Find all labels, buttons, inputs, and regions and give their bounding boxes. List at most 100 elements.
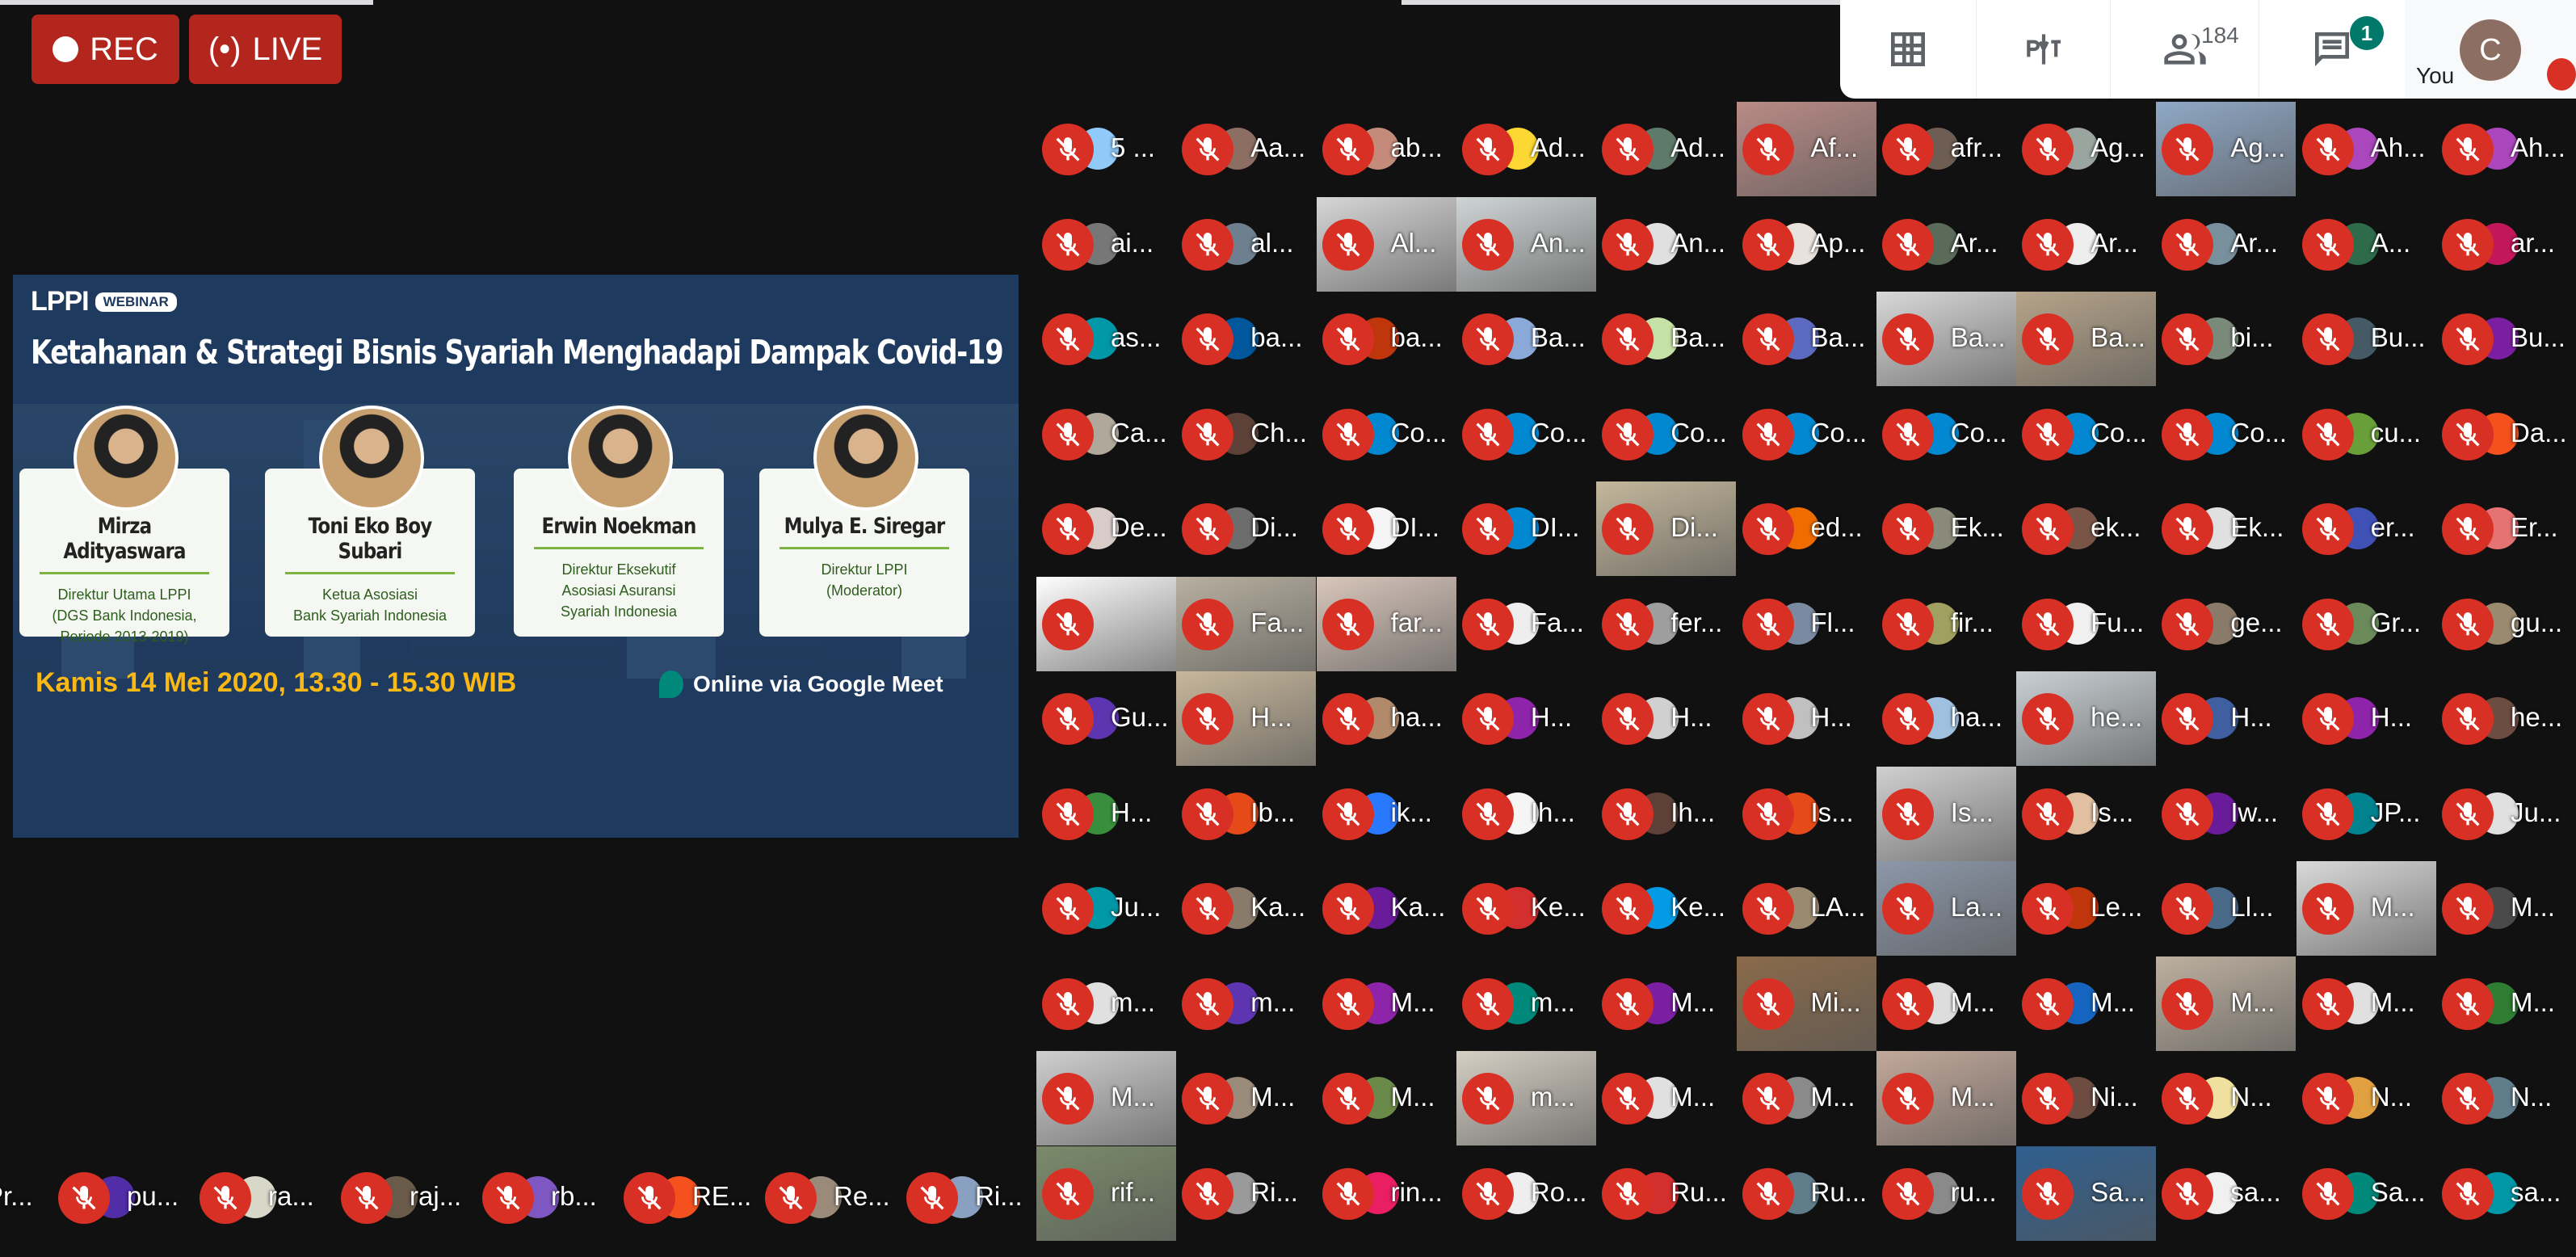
participant-tile[interactable]: Co... [1456,387,1596,481]
participant-tile[interactable]: Bu... [2436,292,2576,386]
participant-tile[interactable]: 5 ... [1036,102,1176,196]
participant-tile[interactable]: N... [2156,1051,2296,1146]
participant-tile[interactable]: Co... [1317,387,1456,481]
participant-tile[interactable]: Fa... [1176,576,1317,671]
participant-tile[interactable]: he... [2016,671,2157,766]
participant-tile[interactable]: RE... [618,1150,758,1245]
participant-tile[interactable]: Is... [2016,767,2156,861]
participant-tile[interactable]: M... [2436,861,2576,956]
participant-tile[interactable]: M... [2156,956,2297,1051]
participant-tile[interactable]: ha... [1317,671,1456,766]
participant-tile[interactable]: M... [1876,956,2016,1051]
participant-tile[interactable]: Ih... [1456,767,1596,861]
rec-button[interactable]: REC [32,15,179,84]
participant-tile[interactable]: he... [2436,671,2576,766]
presentation-tile[interactable] [1036,576,1176,671]
participant-tile[interactable]: Di... [1596,481,1737,576]
participant-tile[interactable]: M... [2296,861,2436,956]
participant-tile[interactable]: A... [2297,197,2436,292]
participant-tile[interactable]: rif... [1036,1146,1176,1241]
participant-tile[interactable]: sa... [2156,1146,2296,1241]
participant-tile[interactable]: Ju... [1036,861,1176,956]
participant-tile[interactable]: Ca... [1036,387,1176,481]
participant-tile[interactable]: Co... [2156,387,2296,481]
participant-tile[interactable]: Ch... [1176,387,1316,481]
participant-tile[interactable]: ab... [1317,102,1456,196]
participant-tile[interactable]: rin... [1317,1146,1456,1241]
participant-tile[interactable]: N... [2297,1051,2436,1146]
participant-tile[interactable]: ge... [2156,577,2296,671]
participant-tile[interactable]: Aa... [1176,102,1316,196]
participant-tile[interactable]: Ri... [901,1150,1040,1245]
participant-tile[interactable]: Co... [2016,387,2156,481]
participant-tile[interactable]: Ar... [2016,197,2156,292]
participant-tile[interactable]: Pr... [0,1150,51,1245]
participant-tile[interactable]: Re... [759,1150,899,1245]
participant-tile[interactable]: ba... [1317,292,1456,386]
participant-tile[interactable]: Sa... [2297,1146,2436,1241]
participant-tile[interactable]: Ap... [1737,197,1876,292]
layout-grid-button[interactable] [1840,0,1977,99]
participant-tile[interactable]: Ag... [2016,102,2156,196]
participant-tile[interactable]: gu... [2436,577,2576,671]
participant-tile[interactable]: er... [2297,481,2436,576]
participant-tile[interactable]: Iw... [2156,767,2296,861]
participant-tile[interactable]: Ka... [1317,861,1456,956]
participant-tile[interactable]: Ru... [1737,1146,1876,1241]
participant-tile[interactable]: M... [2016,956,2156,1051]
participant-tile[interactable]: Co... [1876,387,2016,481]
participant-tile[interactable]: ha... [1876,671,2016,766]
participant-tile[interactable]: Is... [1737,767,1876,861]
participant-tile[interactable]: Fl... [1737,577,1876,671]
participant-tile[interactable]: sa... [2436,1146,2576,1241]
participant-tile[interactable]: ek... [2016,481,2156,576]
participant-tile[interactable]: bi... [2156,292,2296,386]
participant-tile[interactable]: H... [1737,671,1876,766]
participant-tile[interactable]: Da... [2436,387,2576,481]
participant-tile[interactable]: Af... [1736,102,1876,196]
participant-tile[interactable]: m... [1176,956,1316,1051]
participant-tile[interactable]: Ru... [1596,1146,1736,1241]
people-button[interactable]: 184 [2111,0,2259,99]
participant-tile[interactable]: An... [1456,196,1596,292]
participant-tile[interactable]: Le... [2016,861,2156,956]
participant-tile[interactable]: DI... [1456,481,1596,576]
participant-tile[interactable]: H... [1596,671,1736,766]
participant-tile[interactable]: Ba... [1456,292,1596,386]
participant-tile[interactable]: Ka... [1176,861,1316,956]
participant-tile[interactable]: Ni... [2016,1051,2156,1146]
self-view[interactable]: You C [2405,0,2576,99]
participant-tile[interactable]: Ba... [2016,292,2157,386]
participant-tile[interactable]: Ad... [1456,102,1596,196]
participant-tile[interactable]: Is... [1876,766,2016,861]
participant-tile[interactable]: m... [1456,1051,1596,1146]
participant-tile[interactable]: M... [1596,956,1736,1051]
participant-tile[interactable]: ik... [1317,767,1456,861]
participant-tile[interactable]: ru... [1876,1146,2016,1241]
participant-tile[interactable]: JP... [2297,767,2436,861]
participant-tile[interactable]: ba... [1176,292,1316,386]
participant-tile[interactable]: M... [1737,1051,1876,1146]
participant-tile[interactable]: LA... [1737,861,1876,956]
participant-tile[interactable]: M... [1317,956,1456,1051]
participant-tile[interactable]: fir... [1876,577,2016,671]
participant-tile[interactable]: M... [1876,1051,2016,1146]
participant-tile[interactable]: Co... [1737,387,1876,481]
participant-tile[interactable]: Ek... [2156,481,2296,576]
participant-tile[interactable]: Gu... [1036,671,1176,766]
participant-tile[interactable]: Er... [2436,481,2576,576]
participant-tile[interactable]: Ju... [2436,767,2576,861]
participant-tile[interactable]: Ih... [1596,767,1736,861]
live-button[interactable]: (•) LIVE [189,15,342,84]
participant-tile[interactable]: Di... [1176,481,1316,576]
participant-tile[interactable]: ai... [1036,197,1176,292]
participant-tile[interactable]: Gr... [2297,577,2436,671]
participant-tile[interactable]: Ba... [1876,292,2016,386]
participant-tile[interactable]: An... [1596,197,1736,292]
participant-tile[interactable]: Ar... [1876,197,2016,292]
participant-tile[interactable]: Bu... [2297,292,2436,386]
participant-tile[interactable]: far... [1316,576,1456,671]
participant-tile[interactable]: as... [1036,292,1176,386]
participant-tile[interactable]: Mi... [1736,956,1876,1051]
participant-tile[interactable]: Ah... [2436,102,2576,196]
